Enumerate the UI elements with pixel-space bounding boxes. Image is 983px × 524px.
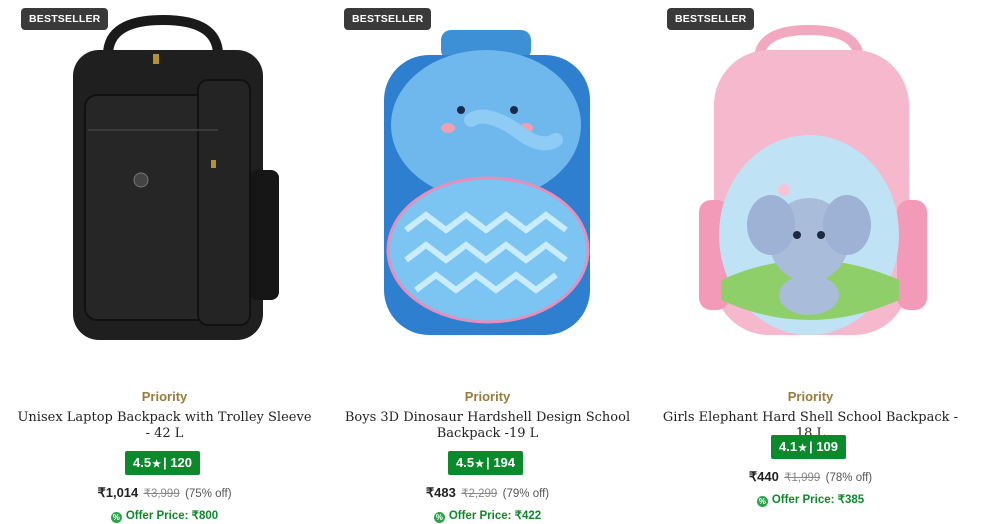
brand-name: Priority	[141, 389, 188, 404]
discount-percent: (79% off)	[502, 488, 550, 500]
product-image-black-laptop-backpack[interactable]	[13, 0, 316, 378]
offer-price-row: % Offer Price: ₹800	[3, 508, 326, 523]
rating-separator: |	[809, 439, 813, 454]
brand-name: Priority	[787, 389, 834, 404]
star-icon: ★	[475, 459, 485, 470]
bestseller-badge: BESTSELLER	[344, 8, 432, 30]
offer-price: ₹385	[837, 494, 865, 506]
rating-value: 4.5	[456, 455, 475, 470]
product-image-blue-elephant-hardshell-backpack[interactable]	[336, 0, 639, 378]
product-card[interactable]: BESTSELLER Priority Girls Elephant Hard …	[649, 0, 972, 524]
offer-icon: %	[110, 512, 122, 523]
offer-price: ₹800	[191, 510, 219, 522]
price-row: ₹1,014 ₹3,999 (75% off)	[3, 485, 326, 501]
discount-percent: (78% off)	[825, 472, 873, 484]
product-card[interactable]: BESTSELLER Priority Boys 3D Dinosaur Har…	[326, 0, 649, 524]
offer-price-row: % Offer Price: ₹422	[326, 508, 649, 523]
star-icon: ★	[798, 443, 808, 454]
rating-separator: |	[486, 455, 490, 470]
offer-price: ₹422	[514, 510, 542, 522]
brand-name: Priority	[464, 389, 511, 404]
rating-separator: |	[163, 455, 167, 470]
review-count: 109	[816, 439, 839, 454]
offer-label: Offer Price:	[125, 510, 189, 522]
selling-price: ₹440	[748, 469, 779, 484]
product-grid: BESTSELLER Priority Unisex Laptop Backpa…	[0, 0, 983, 524]
rating-value: 4.5	[133, 455, 152, 470]
review-count: 194	[493, 455, 516, 470]
mrp-price: ₹3,999	[143, 488, 180, 500]
rating-badge: 4.5★ | 194	[448, 451, 524, 475]
offer-icon: %	[433, 512, 445, 523]
price-row: ₹483 ₹2,299 (79% off)	[326, 485, 649, 501]
product-card[interactable]: BESTSELLER Priority Unisex Laptop Backpa…	[3, 0, 326, 524]
product-image-pink-elephant-backpack[interactable]	[659, 0, 962, 378]
rating-value: 4.1	[779, 439, 798, 454]
discount-percent: (75% off)	[185, 488, 232, 500]
review-count: 120	[170, 455, 193, 470]
offer-label: Offer Price:	[448, 510, 512, 522]
offer-label: Offer Price:	[771, 494, 835, 506]
selling-price: ₹483	[425, 485, 456, 500]
mrp-price: ₹2,299	[461, 488, 498, 500]
offer-icon: %	[756, 496, 768, 507]
product-title[interactable]: Unisex Laptop Backpack with Trolley Slee…	[15, 410, 314, 442]
star-icon: ★	[152, 459, 162, 470]
product-title[interactable]: Boys 3D Dinosaur Hardshell Design School…	[338, 410, 637, 442]
bestseller-badge: BESTSELLER	[667, 8, 755, 30]
mrp-price: ₹1,999	[784, 472, 821, 484]
offer-price-row: % Offer Price: ₹385	[649, 492, 972, 507]
selling-price: ₹1,014	[97, 485, 139, 500]
price-row: ₹440 ₹1,999 (78% off)	[649, 469, 972, 485]
rating-badge: 4.1★ | 109	[771, 435, 847, 459]
rating-badge: 4.5★ | 120	[125, 451, 201, 475]
bestseller-badge: BESTSELLER	[21, 8, 109, 30]
